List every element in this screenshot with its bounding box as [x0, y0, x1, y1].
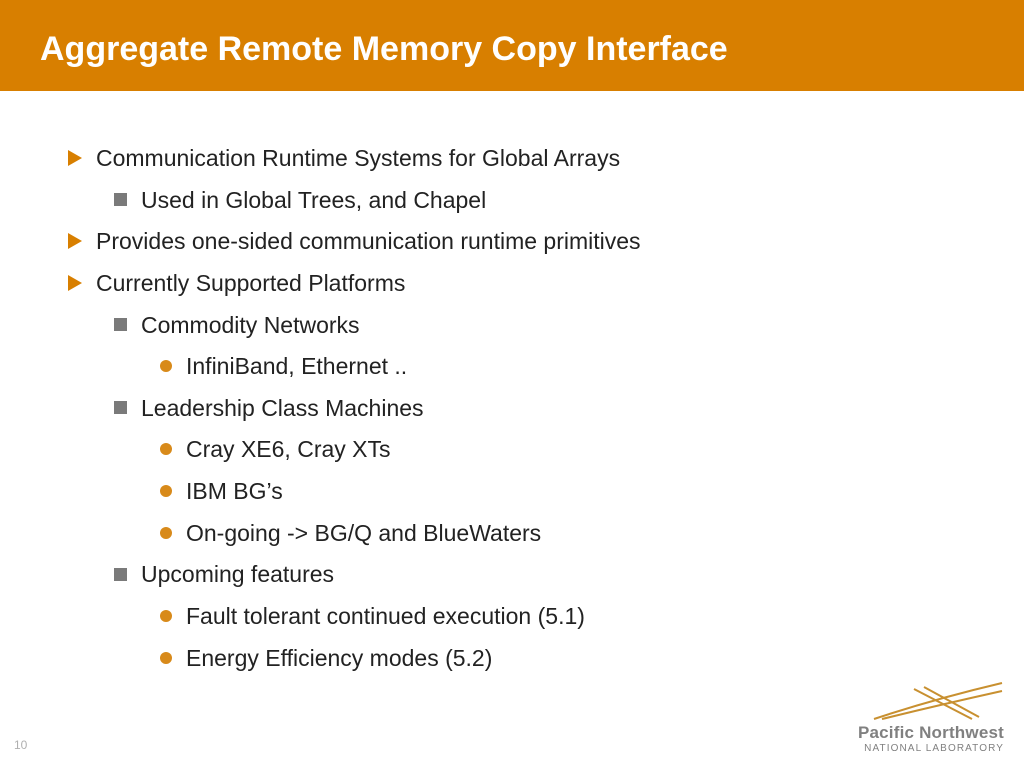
bullet-level3: Energy Efficiency modes (5.2) [160, 641, 974, 677]
bullet-level2: Used in Global Trees, and Chapel [114, 183, 974, 219]
bullet-text: Fault tolerant continued execution (5.1) [186, 603, 585, 629]
slide-header: Aggregate Remote Memory Copy Interface [0, 0, 1024, 91]
dot-icon [160, 652, 172, 664]
dot-icon [160, 610, 172, 622]
bullet-level3: Cray XE6, Cray XTs [160, 432, 974, 468]
bullet-level3: InfiniBand, Ethernet .. [160, 349, 974, 385]
arrow-icon [68, 233, 82, 249]
square-icon [114, 193, 127, 206]
bullet-level3: Fault tolerant continued execution (5.1) [160, 599, 974, 635]
bullet-level1: Currently Supported Platforms [68, 266, 974, 302]
square-icon [114, 568, 127, 581]
arrow-icon [68, 275, 82, 291]
square-icon [114, 318, 127, 331]
bullet-text: Upcoming features [141, 561, 334, 587]
dot-icon [160, 527, 172, 539]
bullet-text: Commodity Networks [141, 312, 360, 338]
bullet-text: IBM BG’s [186, 478, 283, 504]
bullet-level3: On-going -> BG/Q and BlueWaters [160, 516, 974, 552]
bullet-text: Used in Global Trees, and Chapel [141, 187, 486, 213]
slide-title: Aggregate Remote Memory Copy Interface [40, 30, 984, 69]
logo-swoosh-icon [854, 681, 1004, 723]
square-icon [114, 401, 127, 414]
bullet-text: Communication Runtime Systems for Global… [96, 145, 620, 171]
arrow-icon [68, 150, 82, 166]
bullet-level2: Leadership Class Machines [114, 391, 974, 427]
logo-subtitle: NATIONAL LABORATORY [854, 743, 1004, 754]
bullet-level2: Upcoming features [114, 557, 974, 593]
bullet-level3: IBM BG’s [160, 474, 974, 510]
bullet-text: On-going -> BG/Q and BlueWaters [186, 520, 541, 546]
bullet-level1: Provides one-sided communication runtime… [68, 224, 974, 260]
bullet-level2: Commodity Networks [114, 308, 974, 344]
bullet-level1: Communication Runtime Systems for Global… [68, 141, 974, 177]
dot-icon [160, 443, 172, 455]
bullet-text: Provides one-sided communication runtime… [96, 228, 641, 254]
bullet-text: Cray XE6, Cray XTs [186, 436, 391, 462]
slide-content: Communication Runtime Systems for Global… [0, 91, 1024, 676]
pnnl-logo: Pacific Northwest NATIONAL LABORATORY [854, 681, 1004, 754]
page-number: 10 [14, 738, 27, 752]
logo-name: Pacific Northwest [854, 723, 1004, 743]
dot-icon [160, 485, 172, 497]
bullet-text: Currently Supported Platforms [96, 270, 405, 296]
bullet-text: Energy Efficiency modes (5.2) [186, 645, 492, 671]
bullet-text: Leadership Class Machines [141, 395, 424, 421]
bullet-text: InfiniBand, Ethernet .. [186, 353, 407, 379]
dot-icon [160, 360, 172, 372]
